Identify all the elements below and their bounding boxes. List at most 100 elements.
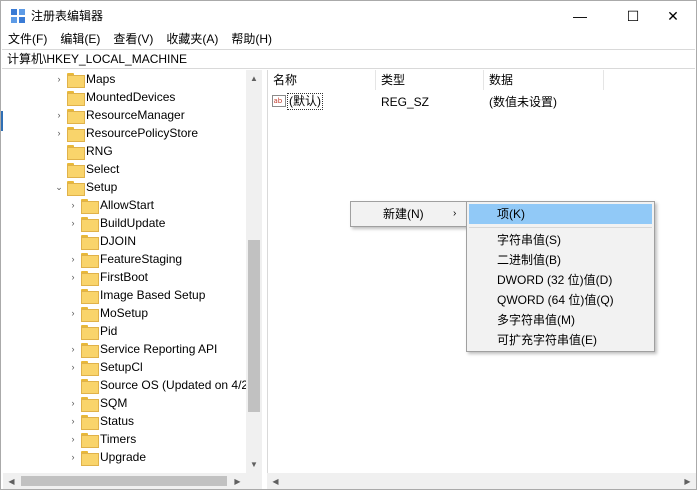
menu-favorites[interactable]: 收藏夹(A) <box>159 31 224 49</box>
scroll-down-arrow-icon[interactable]: ▼ <box>246 456 262 473</box>
folder-icon <box>67 90 85 106</box>
menu-item-expandable-string-value[interactable]: 可扩充字符串值(E) <box>469 330 652 350</box>
tree-item[interactable]: › BuildUpdate <box>67 214 165 232</box>
tree-item[interactable]: Select <box>53 160 119 178</box>
scroll-right-arrow-icon[interactable]: ▶ <box>229 473 246 489</box>
menu-item-new[interactable]: 新建(N) <box>353 204 466 224</box>
chevron-right-icon[interactable]: › <box>53 70 65 88</box>
folder-icon <box>67 72 85 88</box>
menu-help[interactable]: 帮助(H) <box>224 31 278 49</box>
address-bar[interactable]: 计算机\HKEY_LOCAL_MACHINE <box>2 49 695 69</box>
tree-item-label: ResourceManager <box>86 108 185 122</box>
tree-item[interactable]: Image Based Setup <box>67 286 205 304</box>
chevron-right-icon[interactable]: › <box>53 106 65 124</box>
folder-icon <box>67 180 85 196</box>
menu-view[interactable]: 查看(V) <box>106 31 159 49</box>
tree-item-label: Source OS (Updated on 4/2 <box>100 378 249 392</box>
tree-item-label: BuildUpdate <box>100 216 166 230</box>
tree-item[interactable]: Pid <box>67 322 117 340</box>
tree-item-label: Upgrade <box>100 450 147 464</box>
value-name-default[interactable]: (默认) <box>287 93 323 110</box>
tree-item-label: Service Reporting API <box>100 342 218 356</box>
context-menu: 新建(N) › <box>350 201 469 227</box>
chevron-right-icon[interactable]: › <box>67 448 79 466</box>
menu-item-string-value[interactable]: 字符串值(S) <box>469 230 652 250</box>
scroll-left-arrow-icon[interactable]: ◀ <box>267 473 284 489</box>
chevron-right-icon[interactable]: › <box>67 340 79 358</box>
tree-item[interactable]: › AllowStart <box>67 196 154 214</box>
tree-item[interactable]: › FirstBoot <box>67 268 148 286</box>
chevron-right-icon[interactable]: › <box>67 214 79 232</box>
chevron-right-icon[interactable]: › <box>67 430 79 448</box>
chevron-right-icon[interactable]: › <box>67 394 79 412</box>
tree-item[interactable]: › SQM <box>67 394 127 412</box>
folder-icon <box>81 450 99 466</box>
tree-item-label: Timers <box>100 432 137 446</box>
tree-item-label: MoSetup <box>100 306 149 320</box>
value-data: (数值未设置) <box>489 95 557 109</box>
menu-item-multi-string-value[interactable]: 多字符串值(M) <box>469 310 652 330</box>
tree-item[interactable]: RNG <box>53 142 113 160</box>
scroll-left-arrow-icon[interactable]: ◀ <box>3 473 20 489</box>
tree-item[interactable]: › Upgrade <box>67 448 146 466</box>
chevron-right-icon[interactable]: › <box>67 412 79 430</box>
menu-item-dword-value[interactable]: DWORD (32 位)值(D) <box>469 270 652 290</box>
tree-item[interactable]: › ResourcePolicyStore <box>53 124 198 142</box>
title-bar: 注册表编辑器 — ☐ ✕ <box>1 1 696 31</box>
menu-file[interactable]: 文件(F) <box>1 31 53 49</box>
menu-item-key[interactable]: 项(K) <box>469 204 652 224</box>
tree-vertical-scrollbar[interactable]: ▲ ▼ <box>246 70 262 473</box>
folder-icon <box>81 234 99 250</box>
column-header-type[interactable]: 类型 <box>376 70 484 90</box>
folder-icon <box>67 144 85 160</box>
tree-item[interactable]: › SetupCl <box>67 358 143 376</box>
tree-item[interactable]: › Timers <box>67 430 136 448</box>
folder-icon <box>81 414 99 430</box>
tree-item-label: FeatureStaging <box>100 252 183 266</box>
close-button[interactable]: ✕ <box>650 1 696 31</box>
tree-item[interactable]: › Maps <box>53 70 115 88</box>
column-header-name[interactable]: 名称 <box>268 70 376 90</box>
tree-item[interactable]: MountedDevices <box>53 88 175 106</box>
svg-text:ab: ab <box>274 97 283 105</box>
chevron-right-icon[interactable]: › <box>67 196 79 214</box>
column-header-data[interactable]: 数据 <box>484 70 604 90</box>
ab-string-icon: ab <box>272 95 286 107</box>
chevron-right-icon[interactable]: › <box>67 268 79 286</box>
scroll-thumb[interactable] <box>21 476 227 486</box>
new-submenu: 项(K) 字符串值(S) 二进制值(B) DWORD (32 位)值(D) QW… <box>466 201 655 352</box>
tree-item-setup[interactable]: ⌄ Setup <box>53 178 117 196</box>
list-horizontal-scrollbar[interactable]: ◀ ▶ <box>267 473 696 489</box>
menu-bar: 文件(F) 编辑(E) 查看(V) 收藏夹(A) 帮助(H) <box>1 31 696 49</box>
menu-item-qword-value[interactable]: QWORD (64 位)值(Q) <box>469 290 652 310</box>
scroll-up-arrow-icon[interactable]: ▲ <box>246 70 262 87</box>
scroll-thumb[interactable] <box>248 240 260 412</box>
menu-edit[interactable]: 编辑(E) <box>53 31 106 49</box>
tree-item[interactable]: › ResourceManager <box>53 106 185 124</box>
tree-item[interactable]: › MoSetup <box>67 304 148 322</box>
tree-item-label: AllowStart <box>100 198 155 212</box>
chevron-right-icon[interactable]: › <box>53 124 65 142</box>
minimize-button[interactable]: — <box>557 1 603 31</box>
tree-item-label: MountedDevices <box>86 90 176 104</box>
chevron-right-icon[interactable]: › <box>67 250 79 268</box>
folder-icon <box>81 432 99 448</box>
chevron-down-icon[interactable]: ⌄ <box>53 178 65 196</box>
chevron-right-icon[interactable]: › <box>67 358 79 376</box>
chevron-right-icon[interactable]: › <box>67 304 79 322</box>
tree-item[interactable]: › Status <box>67 412 134 430</box>
menu-item-binary-value[interactable]: 二进制值(B) <box>469 250 652 270</box>
scroll-right-arrow-icon[interactable]: ▶ <box>679 473 696 489</box>
tree-item[interactable]: › FeatureStaging <box>67 250 182 268</box>
tree-item[interactable]: Source OS (Updated on 4/2 <box>67 376 248 394</box>
tree-horizontal-scrollbar[interactable]: ◀ ▶ <box>3 473 262 489</box>
tree-item[interactable]: DJOIN <box>67 232 136 250</box>
tree-item[interactable]: › Service Reporting API <box>67 340 217 358</box>
tree-item-label: SQM <box>100 396 128 410</box>
